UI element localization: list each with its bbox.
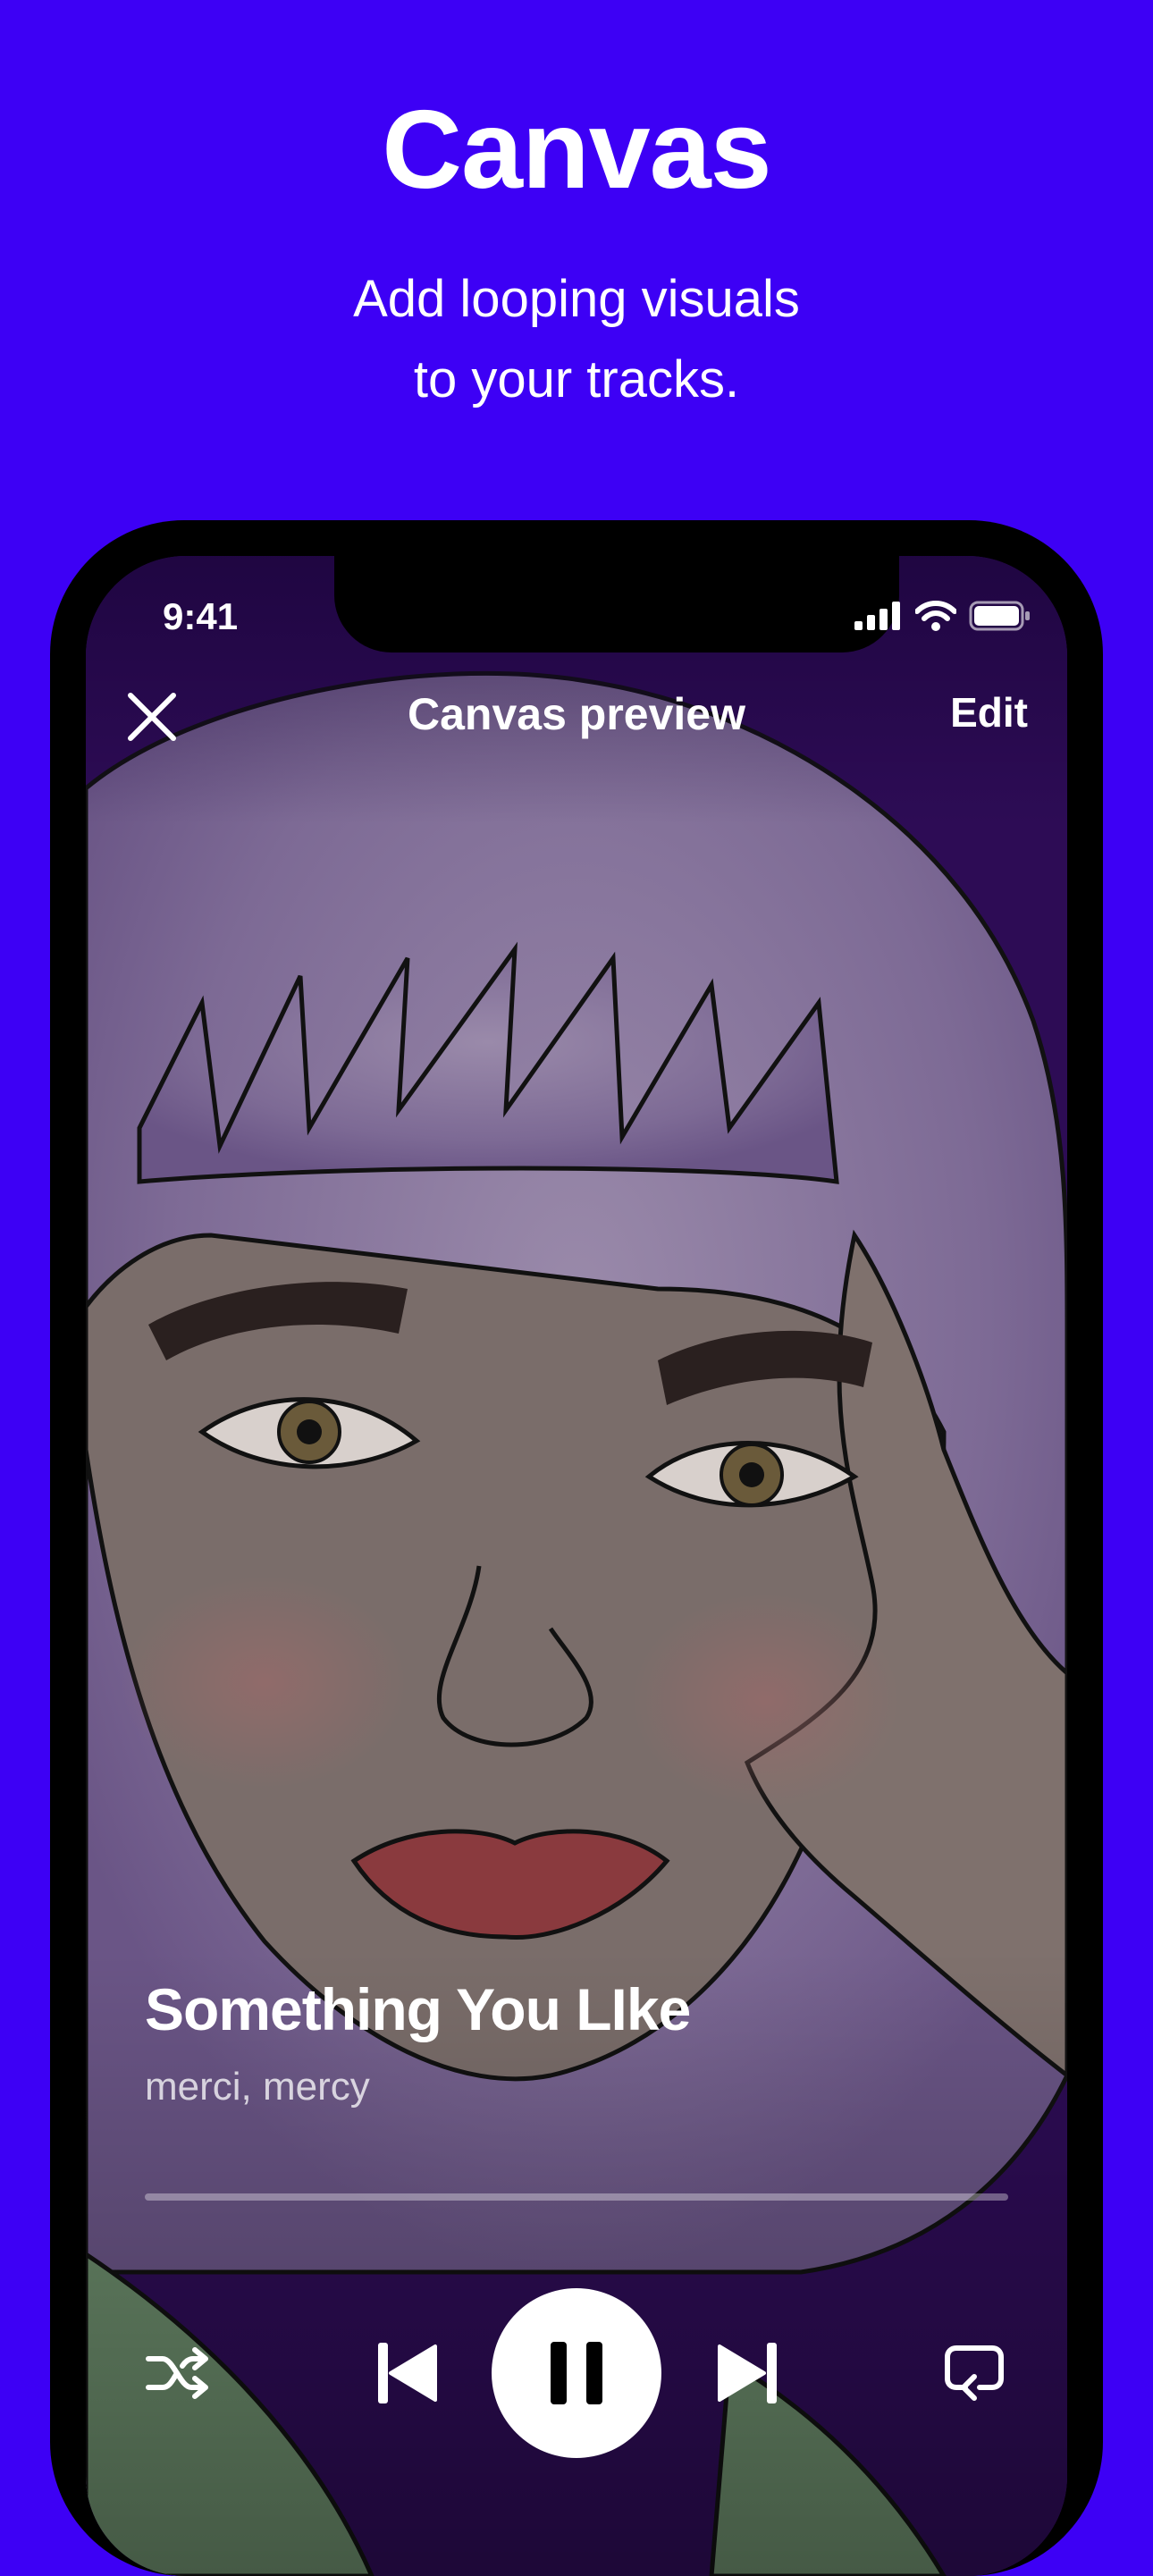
progress-bar[interactable] [145, 2193, 1008, 2201]
pause-button[interactable] [492, 2288, 661, 2458]
edit-button[interactable]: Edit [950, 688, 1028, 737]
phone-screen: 9:41 Canvas preview Edit Something You L… [86, 556, 1067, 2576]
promo-subtitle-line-1: Add looping visuals [353, 270, 800, 328]
shuffle-button[interactable] [141, 2337, 213, 2409]
skip-previous-icon [378, 2343, 437, 2403]
signal-icon [854, 602, 900, 630]
promo-subtitle-line-2: to your tracks. [413, 350, 740, 408]
track-title: Something You LIke [145, 1976, 691, 2042]
promo-subtitle: Add looping visuals to your tracks. [0, 259, 1153, 420]
battery-icon [969, 601, 1030, 631]
track-artist[interactable]: merci, mercy [145, 2065, 370, 2109]
phone-frame: 9:41 Canvas preview Edit Something You L… [50, 520, 1103, 2576]
skip-next-button[interactable] [711, 2337, 783, 2409]
wifi-icon [915, 601, 956, 631]
promo-title: Canvas [382, 88, 771, 212]
status-time: 9:41 [163, 595, 239, 637]
phone-notch [334, 556, 899, 652]
canvas-preview-title: Canvas preview [408, 689, 745, 739]
skip-previous-button[interactable] [372, 2337, 443, 2409]
shuffle-icon [146, 2347, 208, 2399]
pause-icon [551, 2342, 602, 2404]
status-icons [854, 601, 1031, 631]
repeat-icon [945, 2345, 1004, 2401]
repeat-button[interactable] [938, 2337, 1010, 2409]
bottom-scrim [86, 1950, 1067, 2576]
skip-next-icon [718, 2343, 777, 2403]
